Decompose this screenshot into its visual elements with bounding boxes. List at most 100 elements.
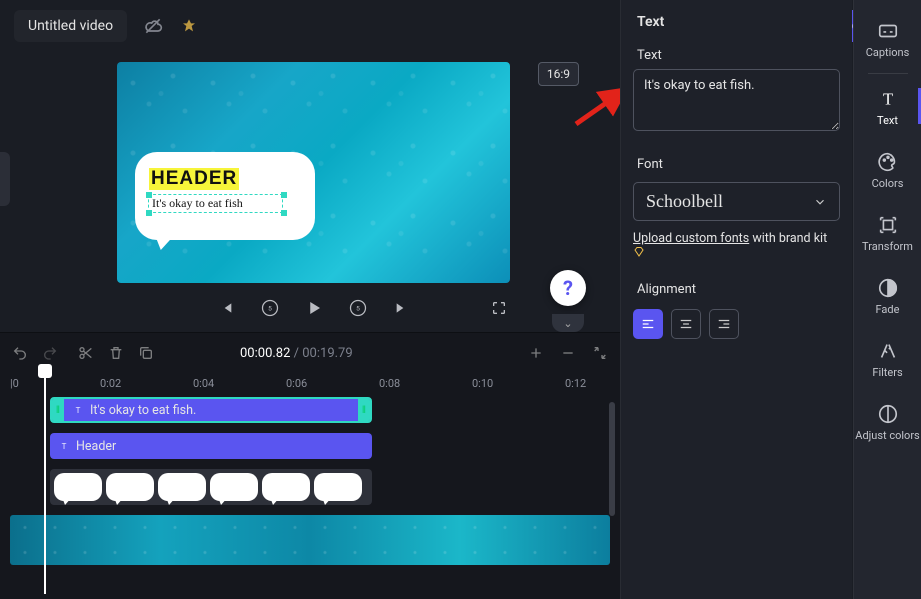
- aspect-ratio-chip[interactable]: 16:9: [538, 62, 579, 86]
- clip-grip-right[interactable]: ‖: [358, 399, 370, 421]
- timeline-toolbar: 00:00.82 / 00:19.79: [0, 333, 620, 373]
- timeline-panel: 00:00.82 / 00:19.79 |0 0:02 0:04 0:06 0:…: [0, 332, 620, 599]
- ruler-mark: 0:12: [565, 377, 586, 390]
- alignment-buttons: [633, 309, 840, 339]
- timeline-ruler[interactable]: |0 0:02 0:04 0:06 0:08 0:10 0:12: [0, 373, 620, 397]
- tool-label: Fade: [876, 303, 900, 316]
- redo-icon[interactable]: [40, 343, 60, 363]
- text-clip-icon: T: [72, 404, 84, 416]
- ruler-mark: 0:08: [379, 377, 400, 390]
- rewind-5-icon[interactable]: 5: [259, 297, 281, 319]
- cloud-sync-icon[interactable]: [137, 10, 169, 42]
- forward-5-icon[interactable]: 5: [347, 297, 369, 319]
- align-left-button[interactable]: [633, 309, 663, 339]
- text-properties-panel: Text Text It's okay to eat fish. Font Sc…: [620, 0, 852, 599]
- preview-canvas[interactable]: Header It's okay to eat fish: [117, 62, 510, 283]
- collapse-preview-icon[interactable]: ⌄: [552, 314, 584, 332]
- selection-handle[interactable]: [281, 192, 287, 198]
- bubble-thumb: [262, 473, 310, 501]
- tool-label: Transform: [862, 240, 913, 253]
- ruler-mark: 0:04: [193, 377, 214, 390]
- zoom-in-icon[interactable]: [526, 343, 546, 363]
- playhead[interactable]: [44, 372, 46, 594]
- font-value: Schoolbell: [646, 191, 723, 212]
- chevron-down-icon: [813, 195, 827, 209]
- align-right-button[interactable]: [709, 309, 739, 339]
- skip-start-icon[interactable]: [215, 297, 237, 319]
- delete-icon[interactable]: [106, 343, 126, 363]
- clip-label: It's okay to eat fish.: [90, 403, 196, 418]
- tool-colors[interactable]: Colors: [854, 139, 921, 202]
- preview-column: 16:9 Header It's okay to eat fish 5 5: [10, 52, 617, 333]
- font-select[interactable]: Schoolbell: [633, 182, 840, 221]
- project-title[interactable]: Untitled video: [14, 10, 127, 42]
- tool-label: Adjust colors: [855, 429, 919, 442]
- align-center-button[interactable]: [671, 309, 701, 339]
- bubble-thumb: [314, 473, 362, 501]
- bubble-body-text[interactable]: It's okay to eat fish: [148, 194, 283, 213]
- panel-title: Text: [633, 0, 840, 40]
- video-clip[interactable]: [10, 515, 610, 565]
- diamond-icon: [633, 246, 840, 258]
- timeline-tracks: ‖ T It's okay to eat fish. ‖ T Header: [0, 397, 620, 565]
- duplicate-icon[interactable]: [136, 343, 156, 363]
- ruler-mark: 0:06: [286, 377, 307, 390]
- tool-fade[interactable]: Fade: [854, 265, 921, 328]
- upload-fonts-row: Upload custom fonts with brand kit: [633, 231, 840, 258]
- skip-end-icon[interactable]: [391, 297, 413, 319]
- bubble-thumb: [106, 473, 154, 501]
- tool-text[interactable]: T Text: [854, 76, 921, 139]
- bubble-thumb: [54, 473, 102, 501]
- tool-rail: Captions T Text Colors Transform Fade Fi…: [853, 0, 921, 599]
- undo-icon[interactable]: [10, 343, 30, 363]
- left-rail-expand[interactable]: [0, 152, 10, 206]
- font-field-label: Font: [633, 149, 840, 178]
- text-clip-header[interactable]: T Header: [50, 433, 372, 459]
- zoom-out-icon[interactable]: [558, 343, 578, 363]
- player-controls: 5 5: [117, 297, 510, 319]
- fit-icon[interactable]: [590, 343, 610, 363]
- text-clip-selected[interactable]: ‖ T It's okay to eat fish. ‖: [50, 397, 372, 423]
- timecode: 00:00.82 / 00:19.79: [240, 346, 353, 361]
- current-time: 00:00.82: [240, 346, 290, 361]
- fullscreen-icon[interactable]: [488, 297, 510, 319]
- tool-captions[interactable]: Captions: [854, 8, 921, 71]
- upload-fonts-suffix: with brand kit: [749, 231, 827, 246]
- tool-adjust-colors[interactable]: Adjust colors: [854, 391, 921, 454]
- selection-handle[interactable]: [146, 192, 152, 198]
- play-icon[interactable]: [303, 297, 325, 319]
- bubble-thumb: [158, 473, 206, 501]
- help-button[interactable]: ?: [550, 270, 586, 306]
- ruler-mark: |0: [10, 377, 19, 390]
- svg-text:5: 5: [268, 305, 272, 313]
- tool-label: Filters: [872, 366, 902, 379]
- duration-time: 00:19.79: [302, 346, 352, 361]
- bubble-header-text[interactable]: Header: [149, 168, 239, 190]
- svg-text:5: 5: [356, 305, 360, 313]
- timeline-scrollbar[interactable]: [609, 402, 615, 516]
- upload-fonts-link[interactable]: Upload custom fonts: [633, 231, 749, 246]
- question-icon: ?: [563, 276, 573, 300]
- bubble-thumb: [210, 473, 258, 501]
- tool-label: Colors: [872, 177, 904, 190]
- tool-label: Captions: [866, 46, 910, 59]
- clip-label: Header: [76, 439, 116, 454]
- text-field-label: Text: [633, 40, 840, 69]
- svg-text:T: T: [76, 406, 81, 415]
- selection-handle[interactable]: [281, 210, 287, 216]
- split-icon[interactable]: [76, 343, 96, 363]
- tool-filters[interactable]: Filters: [854, 328, 921, 391]
- diamond-sparkle-icon: [173, 10, 205, 42]
- ruler-mark: 0:02: [100, 377, 121, 390]
- text-content-input[interactable]: It's okay to eat fish.: [633, 69, 840, 131]
- alignment-label: Alignment: [633, 274, 840, 303]
- text-clip-icon: T: [58, 440, 70, 452]
- svg-text:T: T: [882, 90, 892, 109]
- ruler-mark: 0:10: [472, 377, 493, 390]
- selection-handle[interactable]: [146, 210, 152, 216]
- clip-grip-left[interactable]: ‖: [52, 399, 64, 421]
- tool-label: Text: [877, 114, 898, 127]
- svg-text:T: T: [62, 442, 67, 451]
- bubble-graphic-clip[interactable]: [50, 469, 372, 505]
- tool-transform[interactable]: Transform: [854, 202, 921, 265]
